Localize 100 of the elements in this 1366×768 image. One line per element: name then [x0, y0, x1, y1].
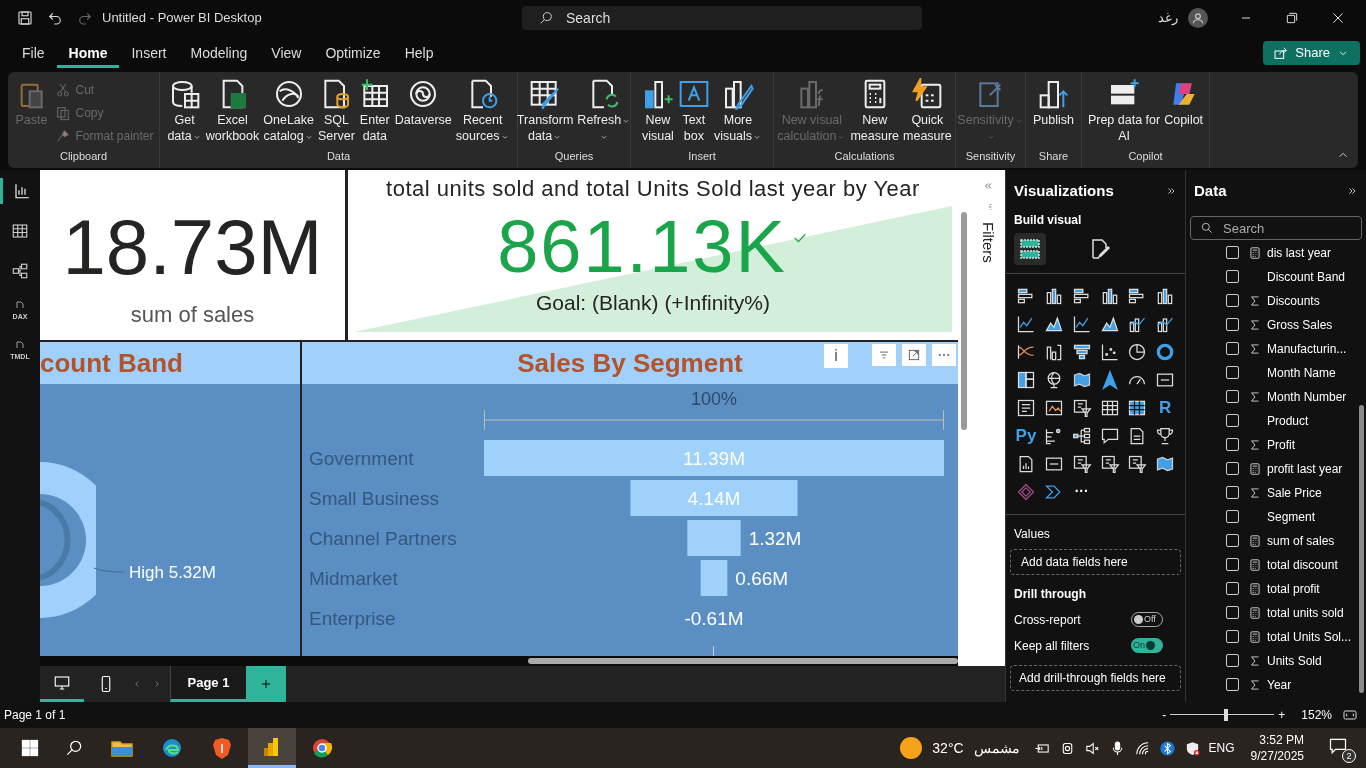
speaker-muted-icon[interactable] — [1083, 739, 1101, 757]
ribbon-button[interactable]: More visuals — [711, 78, 765, 144]
ribbon-button[interactable]: OneLake catalog — [261, 78, 316, 144]
field-checkbox[interactable] — [1226, 678, 1239, 691]
ribbon-button[interactable]: SQL Server — [316, 78, 357, 144]
wifi-icon[interactable] — [1133, 739, 1151, 757]
field-name[interactable]: Discount Band — [1267, 267, 1346, 286]
field-checkbox[interactable] — [1226, 342, 1239, 355]
field-checkbox[interactable] — [1226, 438, 1239, 451]
ribbon-button[interactable]: Publish — [1031, 78, 1076, 128]
field-name[interactable]: Discounts — [1267, 291, 1320, 310]
zoom-slider-thumb[interactable] — [1224, 709, 1229, 721]
ribbon-button[interactable]: New visual — [639, 78, 676, 144]
kpi-visual[interactable]: total units sold and total Units Sold last year by Year 861.13K Goal: (Blank) (+Infinity%) — [348, 170, 958, 340]
funnel-visual[interactable]: Sales By Segment i 100% Government 11.39M Small Business 4.14M Channel Partners 1.32M Midmarket 0.66M Enterprise -0.61M — [302, 342, 958, 656]
field-checkbox[interactable] — [1226, 414, 1239, 427]
horizontal-scrollbar[interactable] — [528, 658, 958, 664]
search-field[interactable]: Search — [1190, 216, 1362, 240]
ribbon-button[interactable]: Text box — [675, 78, 712, 144]
field-checkbox[interactable] — [1226, 246, 1239, 259]
field-name[interactable]: total profit — [1267, 579, 1320, 598]
share-button[interactable]: Share — [1263, 41, 1360, 65]
toggle-switch[interactable]: On — [1131, 638, 1163, 653]
info-button[interactable]: i — [824, 344, 848, 368]
zoom-out-button[interactable]: - — [1162, 706, 1167, 724]
ribbon-button[interactable]: Enter data — [356, 78, 393, 144]
ribbon-button[interactable]: Prep data for AI — [1085, 78, 1163, 144]
menu-tab[interactable]: Insert — [119, 38, 179, 68]
field-checkbox[interactable] — [1226, 486, 1239, 499]
field-name[interactable]: profit last year — [1267, 459, 1343, 478]
ribbon-button[interactable]: New measure — [848, 78, 902, 144]
ribbon-button[interactable]: Copilot — [1162, 78, 1206, 128]
script-visual-button[interactable]: R — [1151, 393, 1180, 422]
field-checkbox[interactable] — [1226, 510, 1239, 523]
field-name[interactable]: Units Sold — [1267, 651, 1322, 670]
clock-date[interactable]: 9/27/2025 — [1250, 748, 1304, 764]
field-name[interactable]: Month Number — [1267, 387, 1347, 406]
field-checkbox[interactable] — [1226, 630, 1239, 643]
field-checkbox[interactable] — [1226, 390, 1239, 403]
ribbon-button[interactable]: Excel workbook — [203, 78, 262, 144]
fit-to-page-icon[interactable] — [1342, 707, 1358, 723]
page-tab[interactable]: Page 1 — [170, 666, 246, 702]
focus-mode-button[interactable] — [902, 344, 926, 366]
avatar-icon[interactable] — [1188, 8, 1208, 28]
menu-tab[interactable]: File — [10, 38, 57, 68]
field-name[interactable]: Manufacturin... — [1267, 339, 1347, 358]
menu-tab[interactable]: Modeling — [178, 38, 260, 68]
values-drop-zone[interactable]: Add data fields here — [1010, 548, 1181, 575]
field-checkbox[interactable] — [1226, 294, 1239, 307]
field-name[interactable]: total discount — [1267, 555, 1338, 574]
field-checkbox[interactable] — [1226, 462, 1239, 475]
field-checkbox[interactable] — [1226, 558, 1239, 571]
field-name[interactable]: Year — [1267, 675, 1292, 694]
ribbon-button[interactable]: Refresh — [575, 78, 634, 144]
menu-tab[interactable]: Home — [56, 38, 120, 68]
more-options-button[interactable] — [932, 344, 956, 366]
save-icon[interactable] — [16, 9, 34, 27]
ribbon-button[interactable]: Recent sources — [453, 78, 512, 144]
clock-time[interactable]: 3:52 PM — [1259, 732, 1304, 748]
field-name[interactable]: Product — [1267, 411, 1309, 430]
weather-icon[interactable] — [900, 737, 923, 759]
field-checkbox[interactable] — [1226, 318, 1239, 331]
field-name[interactable]: Gross Sales — [1267, 315, 1333, 334]
close-icon[interactable] — [1330, 10, 1346, 26]
field-checkbox[interactable] — [1226, 270, 1239, 283]
menu-tab[interactable]: Optimize — [313, 38, 393, 68]
field-name[interactable]: total units sold — [1267, 603, 1344, 622]
field-checkbox[interactable] — [1226, 366, 1239, 379]
vertical-scrollbar[interactable] — [1359, 405, 1364, 693]
search-field[interactable]: Search — [522, 6, 922, 30]
notification-icon[interactable] — [1328, 736, 1348, 756]
zoom-in-button[interactable]: + — [1278, 706, 1286, 724]
vertical-scrollbar[interactable] — [961, 212, 967, 430]
zoom-slider[interactable] — [1170, 708, 1275, 722]
field-checkbox[interactable] — [1226, 606, 1239, 619]
menu-tab[interactable]: View — [259, 38, 314, 68]
ribbon-button[interactable]: Quick measure — [901, 78, 954, 144]
more-visuals-button[interactable]: ··· — [1067, 477, 1096, 506]
ribbon-button[interactable]: Get data — [165, 78, 204, 144]
field-name[interactable]: sum of sales — [1267, 531, 1335, 550]
field-checkbox[interactable] — [1226, 582, 1239, 595]
build-visual-tab[interactable] — [1014, 232, 1046, 265]
restore-icon[interactable] — [1284, 10, 1300, 26]
field-name[interactable]: total Units Sol... — [1267, 627, 1352, 646]
menu-tab[interactable]: Help — [392, 38, 446, 68]
field-name[interactable]: dis last year — [1267, 243, 1332, 262]
drill-through-drop-zone[interactable]: Add drill-through fields here — [1010, 664, 1181, 691]
card-visual[interactable]: 18.73M sum of sales — [40, 170, 345, 340]
field-name[interactable]: Profit — [1267, 435, 1295, 454]
script-visual-button[interactable]: Py — [1012, 421, 1040, 450]
field-name[interactable]: Month Name — [1267, 363, 1336, 382]
filters-pane-title[interactable]: Filters — [976, 222, 999, 263]
field-checkbox[interactable] — [1226, 534, 1239, 547]
field-checkbox[interactable] — [1226, 654, 1239, 667]
field-name[interactable]: Sale Price — [1267, 483, 1322, 502]
bluetooth-icon[interactable] — [1158, 739, 1176, 757]
input-language[interactable]: ENG — [1208, 739, 1235, 757]
field-name[interactable]: Segment — [1267, 507, 1316, 526]
ribbon-button[interactable]: Transform data — [514, 78, 576, 144]
taskbar-app-button[interactable] — [248, 728, 296, 768]
